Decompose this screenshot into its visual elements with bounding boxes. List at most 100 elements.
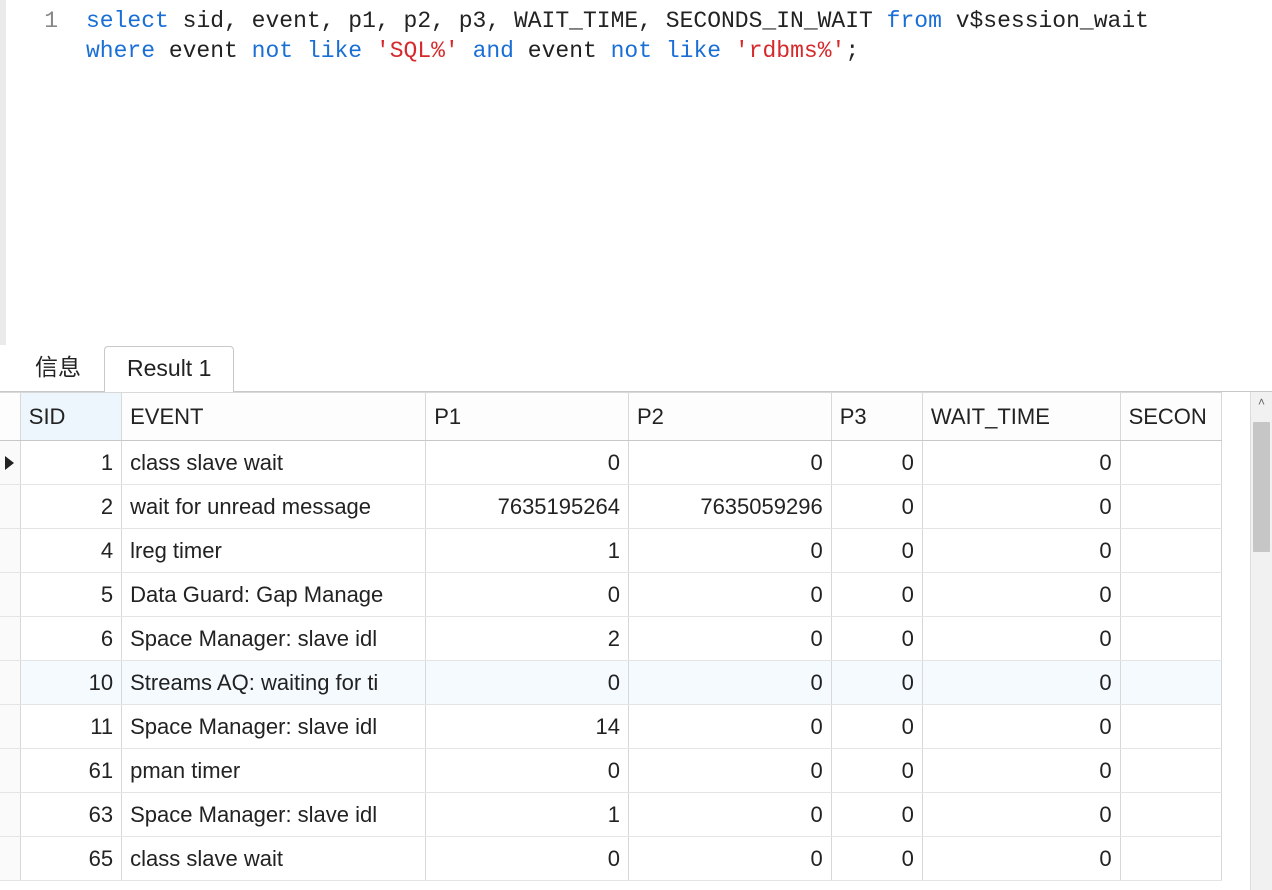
- tab-info[interactable]: 信息: [12, 339, 104, 392]
- table-row[interactable]: 10Streams AQ: waiting for ti0000: [0, 661, 1222, 705]
- cell-sid[interactable]: 6: [20, 617, 121, 661]
- cell-p3[interactable]: 0: [831, 485, 922, 529]
- cell-sid[interactable]: 65: [20, 837, 121, 881]
- table-row[interactable]: 65class slave wait0000: [0, 837, 1222, 881]
- cell-p1[interactable]: 0: [426, 837, 629, 881]
- cell-sid[interactable]: 11: [20, 705, 121, 749]
- table-row[interactable]: 11Space Manager: slave idl14000: [0, 705, 1222, 749]
- cell-wait-time[interactable]: 0: [922, 749, 1120, 793]
- cell-seconds[interactable]: [1120, 441, 1221, 485]
- cell-seconds[interactable]: [1120, 749, 1221, 793]
- sql-token: [155, 38, 169, 64]
- cell-p1[interactable]: 1: [426, 529, 629, 573]
- cell-seconds[interactable]: [1120, 617, 1221, 661]
- cell-event[interactable]: Space Manager: slave idl: [122, 705, 426, 749]
- cell-wait-time[interactable]: 0: [922, 793, 1120, 837]
- vertical-scrollbar[interactable]: ˄: [1250, 392, 1272, 890]
- cell-event[interactable]: wait for unread message: [122, 485, 426, 529]
- cell-p2[interactable]: 0: [628, 529, 831, 573]
- table-row[interactable]: 4lreg timer1000: [0, 529, 1222, 573]
- cell-p1[interactable]: 14: [426, 705, 629, 749]
- cell-event[interactable]: Space Manager: slave idl: [122, 617, 426, 661]
- sql-token: p3: [459, 8, 487, 34]
- col-header-p1[interactable]: P1: [426, 393, 629, 441]
- sql-code-line[interactable]: where event not like 'SQL%' and event no…: [86, 36, 1272, 66]
- table-row[interactable]: 5Data Guard: Gap Manage0000: [0, 573, 1222, 617]
- cell-p2[interactable]: 0: [628, 793, 831, 837]
- cell-p3[interactable]: 0: [831, 705, 922, 749]
- col-header-wait-time[interactable]: WAIT_TIME: [922, 393, 1120, 441]
- cell-p3[interactable]: 0: [831, 441, 922, 485]
- cell-p1[interactable]: 0: [426, 661, 629, 705]
- cell-event[interactable]: lreg timer: [122, 529, 426, 573]
- table-row[interactable]: 1class slave wait0000: [0, 441, 1222, 485]
- sql-editor[interactable]: 1 select sid, event, p1, p2, p3, WAIT_TI…: [0, 0, 1272, 345]
- cell-event[interactable]: class slave wait: [122, 837, 426, 881]
- cell-wait-time[interactable]: 0: [922, 661, 1120, 705]
- cell-p3[interactable]: 0: [831, 661, 922, 705]
- cell-p2[interactable]: 0: [628, 705, 831, 749]
- cell-p3[interactable]: 0: [831, 749, 922, 793]
- cell-wait-time[interactable]: 0: [922, 485, 1120, 529]
- cell-p3[interactable]: 0: [831, 617, 922, 661]
- table-row[interactable]: 63Space Manager: slave idl1000: [0, 793, 1222, 837]
- cell-p1[interactable]: 1: [426, 793, 629, 837]
- cell-event[interactable]: Data Guard: Gap Manage: [122, 573, 426, 617]
- cell-event[interactable]: Streams AQ: waiting for ti: [122, 661, 426, 705]
- table-row[interactable]: 2wait for unread message7635195264763505…: [0, 485, 1222, 529]
- table-row[interactable]: 61pman timer0000: [0, 749, 1222, 793]
- cell-p2[interactable]: 0: [628, 617, 831, 661]
- col-header-seconds[interactable]: SECON: [1120, 393, 1221, 441]
- cell-sid[interactable]: 4: [20, 529, 121, 573]
- cell-p3[interactable]: 0: [831, 837, 922, 881]
- cell-event[interactable]: class slave wait: [122, 441, 426, 485]
- cell-sid[interactable]: 10: [20, 661, 121, 705]
- scroll-track[interactable]: [1251, 412, 1272, 870]
- cell-wait-time[interactable]: 0: [922, 705, 1120, 749]
- cell-seconds[interactable]: [1120, 661, 1221, 705]
- scroll-thumb[interactable]: [1253, 422, 1270, 552]
- cell-p3[interactable]: 0: [831, 529, 922, 573]
- cell-wait-time[interactable]: 0: [922, 573, 1120, 617]
- cell-event[interactable]: Space Manager: slave idl: [122, 793, 426, 837]
- col-header-sid[interactable]: SID: [20, 393, 121, 441]
- cell-p2[interactable]: 0: [628, 441, 831, 485]
- col-header-p2[interactable]: P2: [628, 393, 831, 441]
- cell-seconds[interactable]: [1120, 573, 1221, 617]
- col-header-event[interactable]: EVENT: [122, 393, 426, 441]
- cell-sid[interactable]: 61: [20, 749, 121, 793]
- cell-p1[interactable]: 7635195264: [426, 485, 629, 529]
- cell-wait-time[interactable]: 0: [922, 441, 1120, 485]
- cell-wait-time[interactable]: 0: [922, 617, 1120, 661]
- results-table[interactable]: SID EVENT P1 P2 P3 WAIT_TIME SECON 1clas…: [0, 392, 1222, 881]
- cell-p1[interactable]: 0: [426, 573, 629, 617]
- cell-p1[interactable]: 0: [426, 749, 629, 793]
- table-row[interactable]: 6Space Manager: slave idl2000: [0, 617, 1222, 661]
- cell-p2[interactable]: 0: [628, 573, 831, 617]
- sql-token: not: [252, 38, 293, 64]
- cell-wait-time[interactable]: 0: [922, 529, 1120, 573]
- tab-result-1[interactable]: Result 1: [104, 346, 234, 392]
- col-header-p3[interactable]: P3: [831, 393, 922, 441]
- cell-p2[interactable]: 0: [628, 749, 831, 793]
- cell-sid[interactable]: 63: [20, 793, 121, 837]
- cell-event[interactable]: pman timer: [122, 749, 426, 793]
- cell-p1[interactable]: 0: [426, 441, 629, 485]
- cell-sid[interactable]: 2: [20, 485, 121, 529]
- cell-seconds[interactable]: [1120, 529, 1221, 573]
- cell-p3[interactable]: 0: [831, 573, 922, 617]
- scroll-up-button[interactable]: ˄: [1251, 392, 1272, 412]
- cell-p2[interactable]: 7635059296: [628, 485, 831, 529]
- cell-seconds[interactable]: [1120, 485, 1221, 529]
- cell-seconds[interactable]: [1120, 837, 1221, 881]
- cell-sid[interactable]: 5: [20, 573, 121, 617]
- cell-seconds[interactable]: [1120, 793, 1221, 837]
- cell-seconds[interactable]: [1120, 705, 1221, 749]
- cell-p2[interactable]: 0: [628, 837, 831, 881]
- sql-code-line[interactable]: select sid, event, p1, p2, p3, WAIT_TIME…: [86, 6, 1272, 36]
- cell-p1[interactable]: 2: [426, 617, 629, 661]
- cell-p3[interactable]: 0: [831, 793, 922, 837]
- cell-sid[interactable]: 1: [20, 441, 121, 485]
- cell-wait-time[interactable]: 0: [922, 837, 1120, 881]
- cell-p2[interactable]: 0: [628, 661, 831, 705]
